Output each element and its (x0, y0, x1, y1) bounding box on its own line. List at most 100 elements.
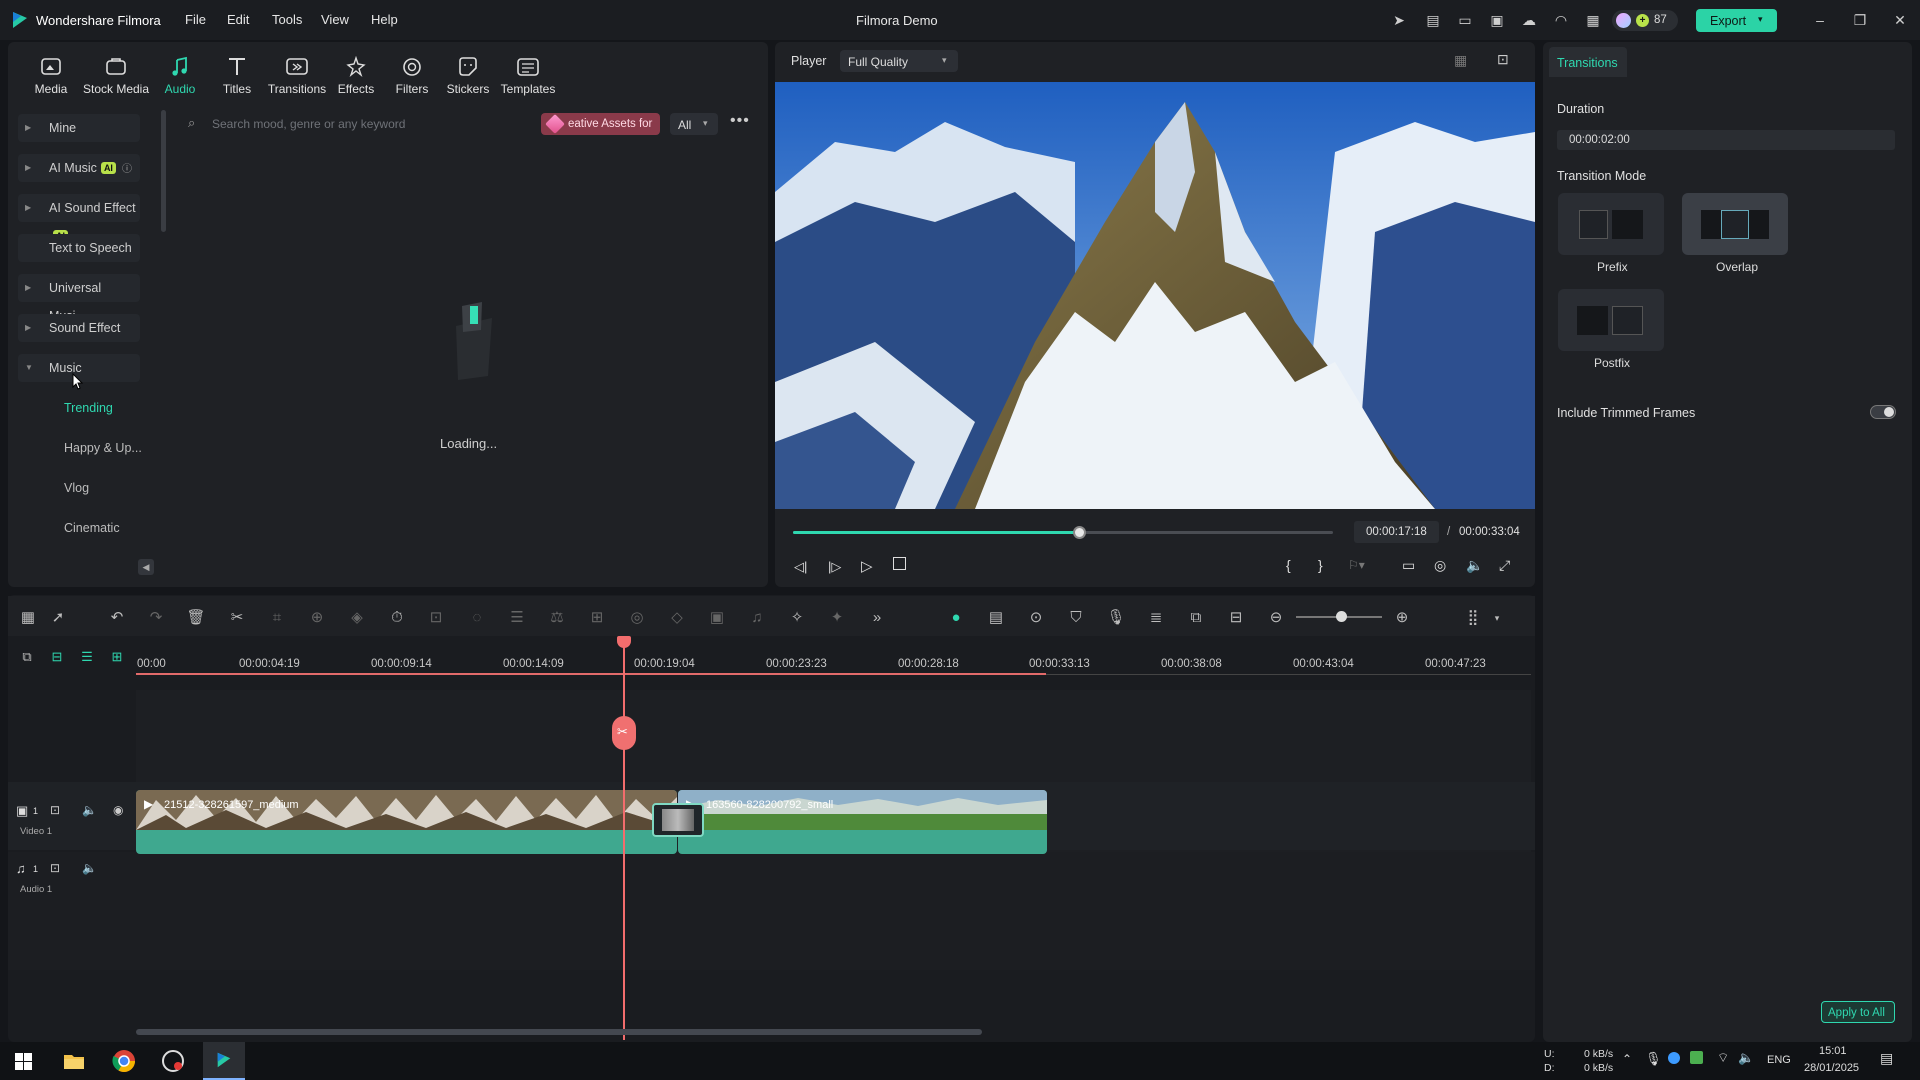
tab-stickers[interactable]: Stickers (438, 56, 498, 96)
stop-icon[interactable] (893, 557, 906, 570)
apply-to-all-button[interactable]: Apply to All (1821, 1001, 1895, 1023)
fit-icon[interactable]: ⊟ (1226, 608, 1246, 628)
display-icon[interactable]: ▭ (1402, 557, 1415, 574)
menu-view[interactable]: View (321, 12, 349, 27)
apps-grid-icon[interactable]: ▦ (1585, 12, 1601, 28)
render-icon[interactable]: ⊙ (1026, 608, 1046, 628)
tab-media[interactable]: Media (21, 56, 81, 96)
notifications-icon[interactable]: ▤ (1880, 1050, 1893, 1067)
tab-transitions[interactable]: Transitions (266, 56, 328, 96)
tab-effects[interactable]: Effects (326, 56, 386, 96)
mode-postfix-card[interactable] (1558, 289, 1664, 351)
vpn-tray-icon[interactable] (1668, 1052, 1680, 1064)
filmora-taskbar-item[interactable] (203, 1042, 245, 1080)
minimize-icon[interactable]: – (1812, 12, 1828, 28)
tab-transitions-inspector[interactable]: Transitions (1549, 47, 1627, 77)
stabilize-icon[interactable]: ⚖ (547, 608, 567, 628)
playhead-line[interactable] (623, 640, 625, 1040)
tab-templates[interactable]: Templates (497, 56, 559, 96)
delete-icon[interactable]: 🗑 (186, 608, 206, 628)
more-options-icon[interactable]: ••• (730, 112, 750, 130)
quality-dropdown[interactable]: Full Quality ▾ (840, 50, 958, 72)
reframe-icon[interactable]: ⊡ (426, 608, 446, 628)
audio-search-bar[interactable]: ⌕ Search mood, genre or any keyword (178, 110, 538, 138)
subcategory-cinematic[interactable]: Cinematic (64, 521, 120, 535)
file-explorer-icon[interactable] (61, 1048, 87, 1074)
adjust-icon[interactable]: ☰ (507, 608, 527, 628)
subcategory-vlog[interactable]: Vlog (64, 481, 89, 495)
zoom-slider-knob[interactable] (1336, 611, 1347, 622)
split-icon[interactable]: ✂ (227, 608, 247, 628)
clock-date[interactable]: 28/01/2025 (1804, 1062, 1859, 1074)
include-trimmed-toggle[interactable] (1870, 405, 1896, 419)
lock-icon[interactable]: ⊡ (50, 803, 60, 817)
zoom-in-icon[interactable]: ⊕ (1392, 608, 1412, 628)
next-frame-icon[interactable]: |▷ (828, 559, 841, 575)
sidebar-scrollbar[interactable] (161, 110, 166, 232)
snapshot-icon[interactable]: ◎ (1434, 557, 1446, 574)
marker-icon[interactable]: ⚐▾ (1348, 558, 1365, 572)
category-mine[interactable]: ▶ Mine (18, 114, 140, 142)
creative-assets-button[interactable]: eative Assets for (541, 113, 660, 135)
select-tool-icon[interactable]: ➚ (48, 608, 68, 628)
tab-stock-media[interactable]: Stock Media (82, 56, 150, 96)
filter-dropdown[interactable]: All ▾ (670, 113, 718, 135)
mark-out-icon[interactable]: } (1318, 557, 1323, 573)
audio-adjust-icon[interactable]: ♫ (747, 608, 767, 628)
close-icon[interactable]: ✕ (1892, 12, 1908, 28)
auto-highlight-icon[interactable]: ● (946, 608, 966, 628)
green-screen-icon[interactable]: ▣ (707, 608, 727, 628)
menu-tools[interactable]: Tools (272, 12, 302, 27)
wifi-icon[interactable]: ⌔ (1717, 1050, 1729, 1066)
category-universal-music[interactable]: ▶Universal Musi... (18, 274, 140, 323)
speed-icon[interactable]: ⏱ (387, 608, 407, 628)
effects-tool-icon[interactable]: ✦ (827, 608, 847, 628)
lock-icon[interactable]: ⊡ (50, 861, 60, 875)
microphone-tray-icon[interactable]: 🎙 (1645, 1051, 1662, 1067)
track-manage-icon[interactable]: ☰ (77, 647, 97, 667)
layout-grid-icon[interactable]: ▦ (18, 608, 38, 628)
duration-field[interactable]: 00:00:02:00 (1557, 130, 1895, 150)
crop-icon[interactable]: ⌗ (267, 608, 287, 628)
shield-icon[interactable]: ⛉ (1066, 608, 1086, 628)
keyframe-icon[interactable]: ◇ (667, 608, 687, 628)
ai-tool-icon[interactable]: ✧ (787, 608, 807, 628)
zoom-slider[interactable] (1296, 611, 1382, 622)
collapse-panel-button[interactable]: ◀ (138, 559, 154, 575)
undo-icon[interactable]: ↶ (107, 608, 127, 628)
tab-audio[interactable]: Audio (150, 56, 210, 96)
zoom-out-icon[interactable]: ⊖ (1266, 608, 1286, 628)
tab-titles[interactable]: Titles (207, 56, 267, 96)
snap-icon[interactable]: ⊞ (107, 647, 127, 667)
mute-icon[interactable]: 🔈 (82, 803, 97, 817)
link-icon[interactable]: ⊟ (47, 647, 67, 667)
motion-icon[interactable]: ◎ (627, 608, 647, 628)
send-icon[interactable]: ➤ (1391, 12, 1407, 28)
menu-file[interactable]: File (185, 12, 206, 27)
play-icon[interactable]: ▷ (861, 557, 873, 575)
subcategory-trending[interactable]: Trending (64, 401, 113, 415)
mosaic-icon[interactable]: ⊞ (587, 608, 607, 628)
monitor-icon[interactable]: ▭ (1457, 12, 1473, 28)
mask-icon[interactable]: ◌ (467, 608, 487, 628)
category-ai-sound-effect[interactable]: ▶AI Sound EffectAI (18, 194, 140, 242)
color-icon[interactable]: ◈ (347, 608, 367, 628)
eye-icon[interactable]: ◉ (113, 803, 123, 817)
export-button[interactable]: Export ▾ (1696, 9, 1777, 32)
subcategory-happy[interactable]: Happy & Up... (64, 441, 142, 455)
player-progress-track[interactable] (793, 526, 1333, 539)
fullscreen-icon[interactable]: ⤢ (1499, 557, 1510, 574)
language-indicator[interactable]: ENG (1767, 1054, 1791, 1066)
tab-filters[interactable]: Filters (382, 56, 442, 96)
screen-recorder-icon[interactable] (160, 1048, 186, 1074)
add-track-icon[interactable]: ⧉ (17, 647, 37, 667)
prev-frame-icon[interactable]: ◁| (794, 559, 807, 575)
mode-prefix-card[interactable] (1558, 193, 1664, 255)
mode-overlap-card[interactable] (1682, 193, 1788, 255)
chevron-down-icon[interactable]: ▾ (1487, 608, 1507, 628)
cloud-icon[interactable]: ☁ (1521, 12, 1537, 28)
more-tools-icon[interactable]: » (867, 608, 887, 628)
transition-marker[interactable] (652, 803, 704, 837)
tray-chevron-icon[interactable]: ⌃ (1622, 1052, 1632, 1066)
timeline-scrollbar[interactable] (136, 1029, 982, 1035)
